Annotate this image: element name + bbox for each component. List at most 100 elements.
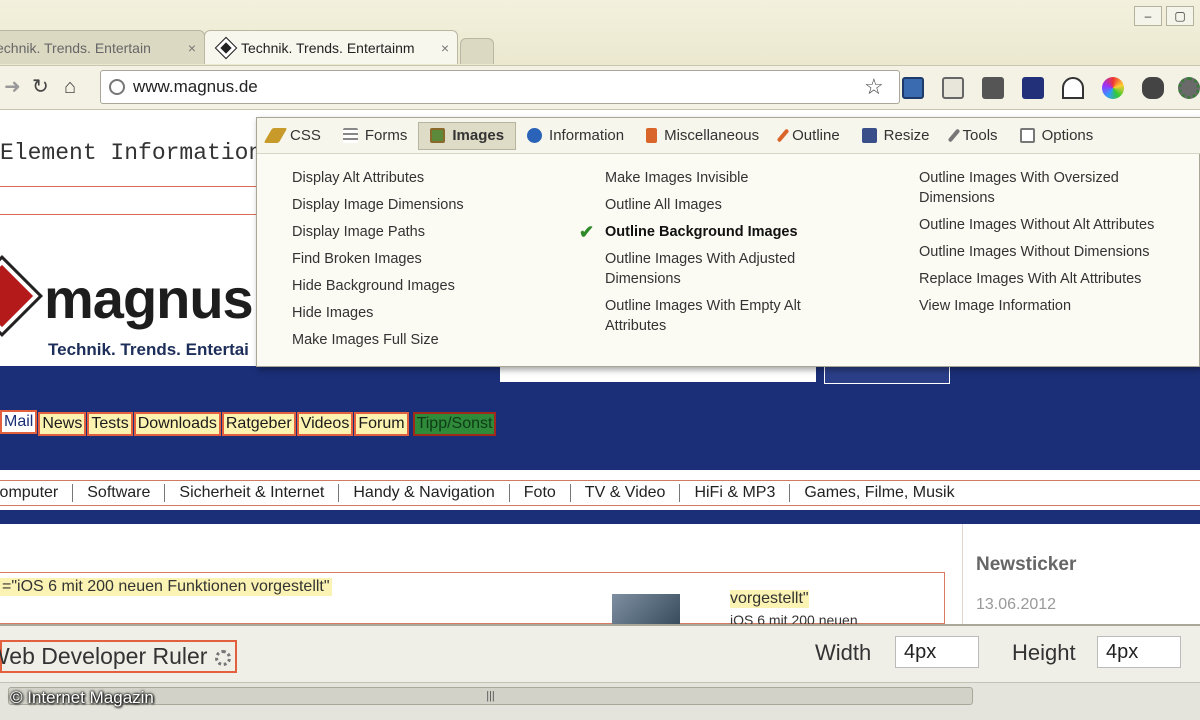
wrench-icon [947,128,960,143]
category-tv[interactable]: TV & Video [571,484,681,502]
site-nav: Mail News Tests Downloads Ratgeber Video… [0,410,497,436]
extension-ss-icon[interactable] [982,77,1004,99]
nav-link-mail[interactable]: Mail [0,410,38,434]
category-foto[interactable]: Foto [510,484,571,502]
new-tab-button[interactable] [460,38,494,64]
tab-forms[interactable]: Forms [332,122,419,150]
ruler-title: Web Developer Ruler [0,640,238,673]
nav-link-ratgeber[interactable]: Ratgeber [221,412,296,436]
browser-tab-strip: Technik. Trends. Entertain × Technik. Tr… [0,0,1200,66]
tab-outline[interactable]: Outline [770,122,851,150]
tab-active[interactable]: Technik. Trends. Entertainm × [204,30,458,64]
article-teaser-alt: vorgestellt" [730,590,809,608]
tab-label: CSS [290,127,321,144]
menu-item-display-dimensions[interactable]: Display Image Dimensions [292,195,582,215]
tab-close-icon[interactable]: × [441,40,449,56]
nav-link-tipp[interactable]: Tipp/Sonst [412,412,497,436]
menu-item-find-broken[interactable]: Find Broken Images [292,249,582,269]
bookmark-star-icon[interactable]: ☆ [864,74,884,100]
menu-item-replace-with-alt[interactable]: Replace Images With Alt Attributes [919,269,1194,289]
extension-webdev-icon[interactable] [942,77,964,99]
tab-tools[interactable]: Tools [941,122,1009,150]
image-alt-label: ="iOS 6 mit 200 neuen Funktionen vorgest… [0,578,332,596]
address-url: www.magnus.de [133,77,258,96]
category-security[interactable]: Sicherheit & Internet [165,484,340,502]
tab-close-icon[interactable]: × [188,40,196,56]
category-games[interactable]: Games, Filme, Musik [790,484,968,502]
minimize-button[interactable]: – [1134,6,1162,26]
menu-item-outline-oversized[interactable]: Outline Images With Oversized Dimensions [919,168,1194,208]
menu-item-view-information[interactable]: View Image Information [919,296,1194,316]
back-arrow-icon[interactable]: ➜ [4,74,21,100]
web-developer-menu: CSS Forms Images Information Miscellaneo… [256,117,1200,367]
extension-dashboard-icon[interactable] [1062,77,1084,99]
ruler-toolbar: Web Developer Ruler Width 4px Height 4px [0,624,1200,682]
tab-label: Tools [962,127,998,144]
magnus-logo-icon [0,254,44,338]
tab-miscellaneous[interactable]: Miscellaneous [635,122,770,150]
tab-options[interactable]: Options [1009,122,1105,150]
nav-link-news[interactable]: News [38,412,87,436]
tab-images[interactable]: Images [418,121,517,150]
menu-item-display-alt[interactable]: Display Alt Attributes [292,168,582,188]
image-icon [430,128,446,143]
sidebar-divider [962,524,963,624]
menu-item-display-paths[interactable]: Display Image Paths [292,222,582,242]
width-field[interactable]: 4px [895,636,979,668]
tab-label: Miscellaneous [664,127,760,144]
misc-icon [646,128,658,143]
extension-book-icon[interactable] [1022,77,1044,99]
navigation-toolbar: ➜ ↻ ⌂ www.magnus.de ☆ [0,66,1200,110]
menu-item-outline-all[interactable]: Outline All Images [605,195,850,215]
menu-column-2: Make Images Invisible Outline All Images… [579,168,850,343]
menu-item-outline-background[interactable]: ✔ Outline Background Images [579,222,850,242]
extension-layout-icon[interactable] [902,77,924,99]
category-handy[interactable]: Handy & Navigation [339,484,510,502]
tab-title: Technik. Trends. Entertain [0,39,151,56]
reload-icon[interactable]: ↻ [32,74,49,100]
site-search-button[interactable] [824,366,950,384]
maximize-button[interactable]: ▢ [1166,6,1194,26]
nav-link-forum[interactable]: Forum [354,412,409,436]
newsticker-date: 13.06.2012 [976,596,1057,613]
category-software[interactable]: Software [73,484,166,502]
globe-icon [109,79,125,95]
menu-item-outline-without-alt[interactable]: Outline Images Without Alt Attributes [919,215,1194,235]
menu-item-full-size[interactable]: Make Images Full Size [292,330,582,350]
extension-puzzle-icon[interactable] [1142,77,1164,99]
nav-link-downloads[interactable]: Downloads [133,412,221,436]
logo-text: magnus. [44,267,268,330]
tab-information[interactable]: Information [516,122,635,150]
tab-title: Technik. Trends. Entertainm [241,39,415,56]
home-icon[interactable]: ⌂ [64,74,76,100]
newsticker-heading: Newsticker [976,554,1077,575]
tab-css[interactable]: CSS [257,122,332,150]
nav-link-videos[interactable]: Videos [296,412,354,436]
form-icon [342,128,358,143]
tab-inactive[interactable]: Technik. Trends. Entertain × [0,30,205,64]
menu-item-outline-empty-alt[interactable]: Outline Images With Empty Alt Attributes [605,296,850,336]
menu-item-invisible[interactable]: Make Images Invisible [605,168,850,188]
site-search-input[interactable] [500,366,816,382]
category-hifi[interactable]: HiFi & MP3 [680,484,791,502]
menu-tab-bar: CSS Forms Images Information Miscellaneo… [257,118,1200,154]
horizontal-scrollbar[interactable]: ||| [0,682,1200,720]
tab-label: Resize [883,127,930,144]
height-field[interactable]: 4px [1097,636,1181,668]
ruler-title-text: Web Developer Ruler [0,643,208,669]
extension-colorwheel-icon[interactable] [1102,77,1124,99]
logo-tagline: Technik. Trends. Entertai [48,340,249,359]
category-computer[interactable]: Computer [0,484,74,502]
category-bar: Computer Software Sicherheit & Internet … [0,480,1200,506]
menu-item-hide-images[interactable]: Hide Images [292,303,582,323]
webdev-gear-icon[interactable] [1178,77,1200,99]
address-bar[interactable]: www.magnus.de [100,70,900,104]
menu-item-hide-background[interactable]: Hide Background Images [292,276,582,296]
tab-resize[interactable]: Resize [851,122,941,150]
tab-label: Outline [792,127,840,144]
nav-link-tests[interactable]: Tests [87,412,133,436]
ruler-gear-icon[interactable] [215,650,232,666]
menu-item-outline-adjusted[interactable]: Outline Images With Adjusted Dimensions [605,249,850,289]
menu-item-outline-without-dimensions[interactable]: Outline Images Without Dimensions [919,242,1194,262]
article-thumbnail[interactable] [612,594,680,624]
